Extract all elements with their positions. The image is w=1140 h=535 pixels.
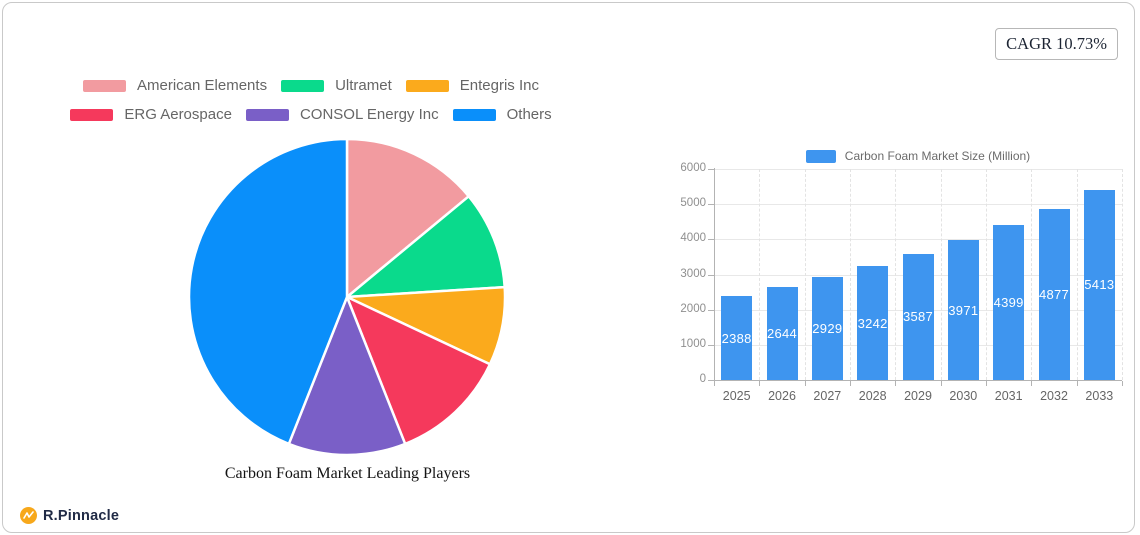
bar-value-label: 5413	[1084, 277, 1115, 293]
bar-2030[interactable]: 3971	[947, 240, 979, 380]
y-axis-label: 6000	[680, 162, 706, 174]
bar-2028[interactable]: 3242	[857, 266, 889, 380]
bar-2025[interactable]: 2388	[721, 296, 753, 380]
cagr-badge: CAGR 10.73%	[995, 28, 1118, 60]
legend-swatch	[452, 108, 496, 121]
v-gridline	[804, 169, 806, 380]
x-tick	[1031, 381, 1033, 386]
legend-item-entegris-inc[interactable]: Entegris Inc	[405, 77, 539, 94]
legend-label: ERG Aerospace	[124, 106, 232, 123]
legend-item-others[interactable]: Others	[452, 106, 552, 123]
x-axis-label: 2029	[904, 389, 932, 403]
h-gridline	[714, 204, 1122, 206]
x-axis-label: 2032	[1040, 389, 1068, 403]
pie-legend-row: American Elements Ultramet Entegris Inc	[83, 77, 539, 94]
v-gridline	[986, 169, 987, 380]
legend-item-ultramet[interactable]: Ultramet	[281, 77, 392, 94]
v-gridline	[1076, 169, 1078, 380]
bar-value-label: 2388	[721, 330, 752, 346]
pie-chart-title: Carbon Foam Market Leading Players	[224, 465, 471, 482]
bar-value-label: 3971	[948, 302, 979, 318]
brand-logo: R.Pinnacle	[20, 507, 119, 524]
bar-value-label: 4399	[993, 295, 1024, 311]
legend-swatch	[245, 108, 289, 121]
legend-swatch	[83, 79, 127, 92]
y-axis-label: 5000	[680, 197, 706, 210]
x-tick	[1076, 381, 1078, 386]
x-axis-label: 2031	[994, 389, 1023, 403]
bar-value-label: 2929	[812, 321, 843, 336]
x-tick	[940, 381, 942, 386]
y-axis-label: 4000	[680, 232, 706, 245]
x-tick	[895, 381, 897, 386]
report-page: CAGR 10.73% American Elements Ultramet Ent…	[0, 0, 1140, 535]
bar-plot-area: 2388 2644 2929 3242 3587 3971 4399 4877 5413	[708, 168, 1123, 386]
bar-value-label: 4877	[1038, 286, 1070, 302]
x-tick	[850, 381, 851, 386]
x-tick	[1122, 381, 1123, 386]
bar-2029[interactable]: 3587	[902, 253, 934, 380]
bar-2032[interactable]: 4877	[1038, 208, 1070, 380]
y-axis-line	[714, 168, 715, 385]
bar-value-label: 3587	[902, 309, 934, 325]
x-axis-label: 2030	[949, 389, 978, 403]
bar-2033[interactable]: 5413	[1083, 189, 1115, 380]
legend-item-consol-energy-inc[interactable]: CONSOL Energy Inc	[245, 106, 439, 123]
v-gridline	[1031, 169, 1033, 380]
v-gridline	[940, 169, 942, 380]
bar-2026[interactable]: 2644	[766, 287, 798, 380]
legend-label: Entegris Inc	[459, 77, 539, 94]
v-gridline	[759, 169, 761, 380]
x-axis-label: 2025	[722, 389, 751, 403]
brand-name: R.Pinnacle	[43, 507, 120, 524]
y-axis-label: 2000	[680, 302, 706, 315]
x-axis-label: 2033	[1085, 389, 1114, 403]
legend-item-american-elements[interactable]: American Elements	[83, 77, 267, 94]
legend-label: CONSOL Energy Inc	[299, 106, 439, 123]
legend-swatch	[70, 108, 114, 121]
pie-chart	[187, 137, 507, 457]
x-tick	[759, 381, 761, 386]
legend-item-erg-aerospace[interactable]: ERG Aerospace	[70, 106, 232, 123]
v-gridline	[895, 169, 897, 380]
bar-2027[interactable]: 2929	[811, 277, 843, 380]
y-axis-label: 3000	[680, 267, 706, 280]
v-gridline	[850, 169, 851, 380]
bar-value-label: 3242	[857, 315, 888, 331]
v-gridline	[1122, 169, 1123, 380]
zigzag-spark-icon	[20, 507, 37, 524]
bar-legend-label: Carbon Foam Market Size (Million)	[844, 149, 1031, 163]
legend-label: Others	[506, 106, 552, 123]
bar-chart: Carbon Foam Market Size (Million) 2388 26…	[664, 145, 1140, 411]
bar-legend-item[interactable]: Carbon Foam Market Size (Million)	[714, 149, 1122, 163]
pie-legend: American Elements Ultramet Entegris Inc ERG…	[0, 77, 622, 123]
y-axis-label: 1000	[680, 337, 706, 350]
x-axis-label: 2027	[813, 389, 842, 403]
legend-label: Ultramet	[335, 77, 392, 94]
legend-label: American Elements	[137, 77, 268, 94]
x-axis-label: 2026	[768, 389, 796, 403]
legend-swatch	[281, 79, 325, 92]
legend-swatch	[405, 79, 449, 92]
x-axis-line	[708, 380, 1122, 381]
h-gridline	[714, 169, 1122, 170]
y-axis-label: 0	[699, 373, 706, 385]
x-tick	[986, 381, 987, 386]
bar-legend-swatch	[805, 149, 836, 163]
x-tick	[804, 381, 806, 386]
bar-value-label: 2644	[766, 326, 798, 342]
x-axis-label: 2028	[858, 389, 887, 403]
bar-2031[interactable]: 4399	[993, 225, 1025, 380]
pie-legend-row: ERG Aerospace CONSOL Energy Inc Others	[70, 106, 552, 123]
